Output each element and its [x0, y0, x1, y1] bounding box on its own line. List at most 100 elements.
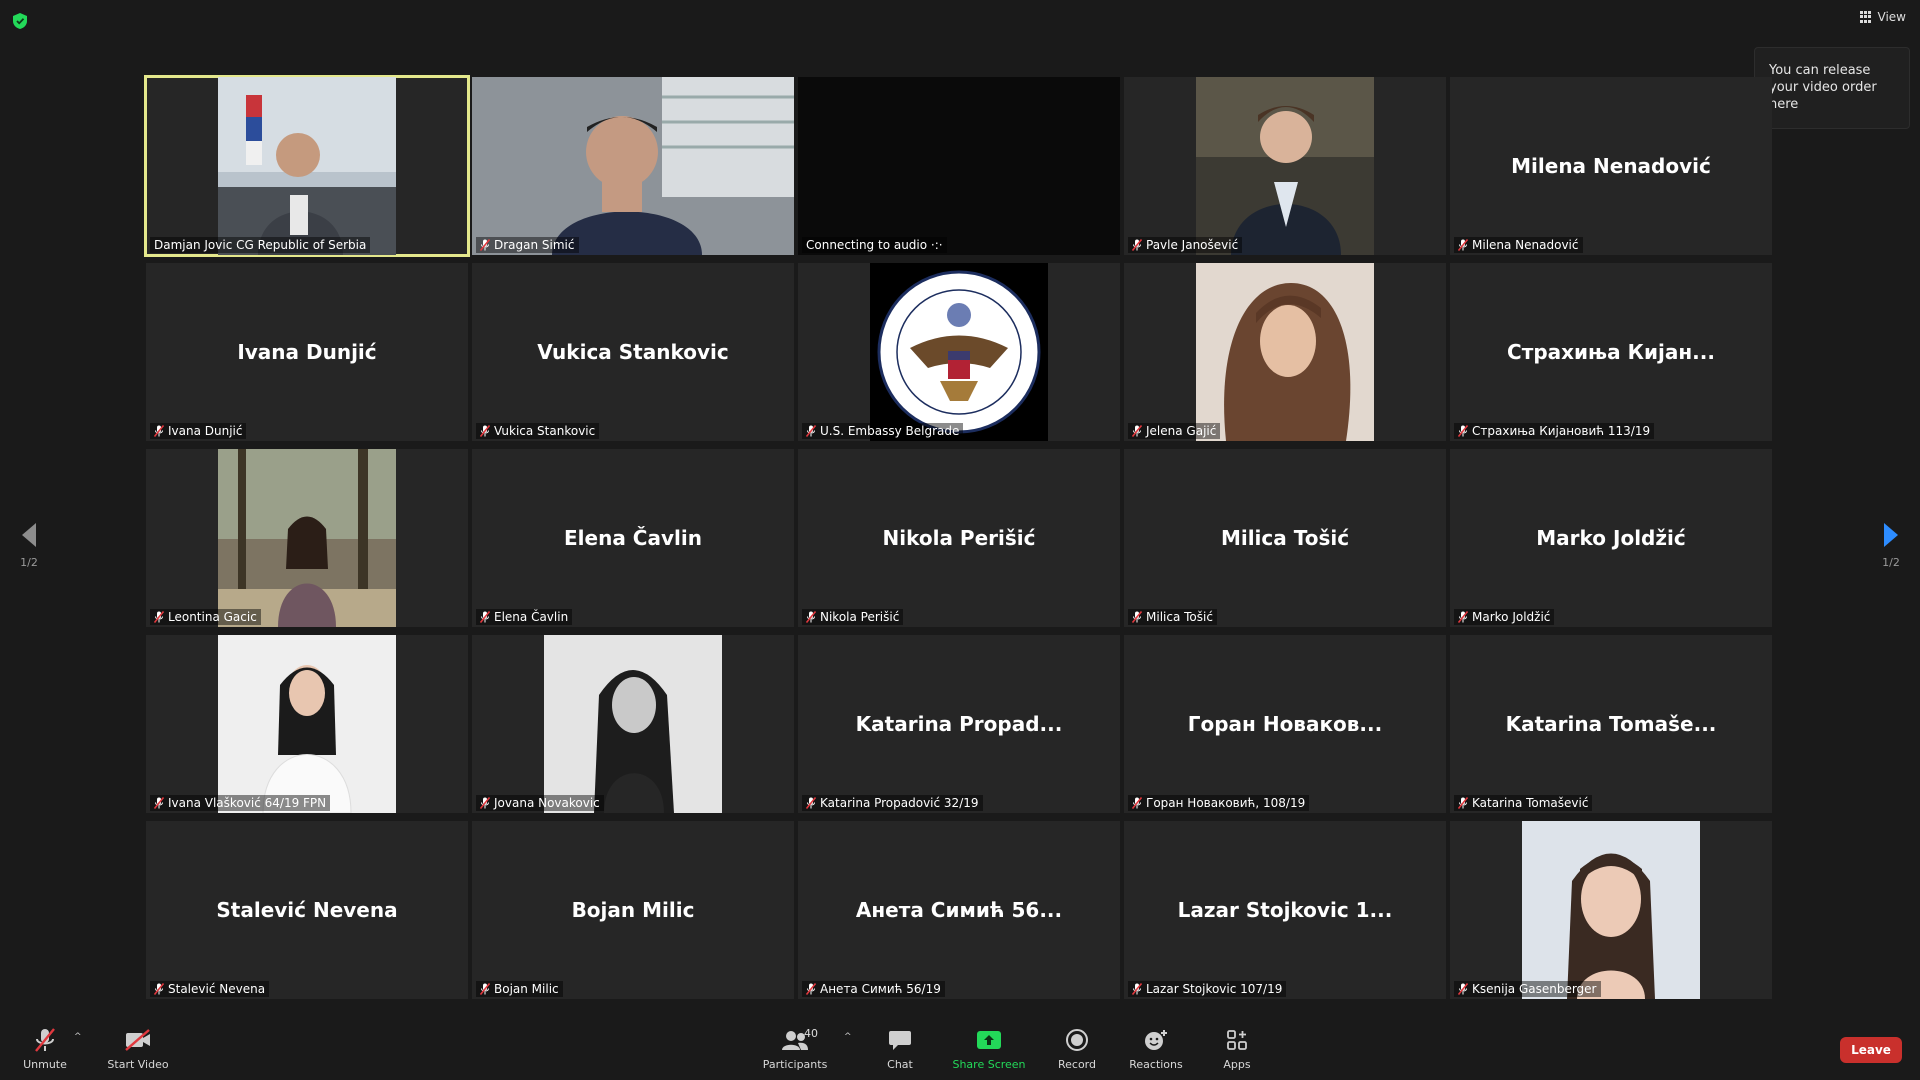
participant-name: Ksenija Gasenberger — [1472, 982, 1597, 996]
unmute-button[interactable]: Unmute — [20, 1026, 70, 1071]
participant-tile[interactable]: Ivana Dunjić Ivana Dunjić — [146, 263, 468, 441]
participant-tile[interactable]: Горан Новаков... Горан Новаковић, 108/19 — [1124, 635, 1446, 813]
audio-options-caret-icon[interactable]: ^ — [74, 1032, 82, 1042]
participant-name-label: Анета Симић 56/19 — [802, 981, 945, 997]
participant-display-name: Elena Čavlin — [564, 526, 702, 550]
muted-mic-icon — [1132, 797, 1142, 809]
participant-tile[interactable]: Katarina Propad... Katarina Propadović 32… — [798, 635, 1120, 813]
participant-tile[interactable]: Connecting to audio ·:· — [798, 77, 1120, 255]
left-arrow-icon — [22, 523, 36, 547]
participants-button[interactable]: 40 Participants — [760, 1026, 830, 1071]
grid-view-icon — [1859, 11, 1872, 23]
participant-name: Ivana Dunjić — [168, 424, 243, 438]
participant-tile[interactable]: Milena Nenadović Milena Nenadović — [1450, 77, 1772, 255]
participant-name-label: Milena Nenadović — [1454, 237, 1583, 253]
participant-name: Ivana Vlašković 64/19 FPN — [168, 796, 327, 810]
participant-name: Damjan Jovic CG Republic of Serbia — [154, 238, 367, 252]
participant-name-label: Горан Новаковић, 108/19 — [1128, 795, 1310, 811]
participant-tile[interactable]: U.S. Embassy Belgrade — [798, 263, 1120, 441]
participant-tile[interactable]: Nikola Perišić Nikola Perišić — [798, 449, 1120, 627]
participant-name: Анета Симић 56/19 — [820, 982, 941, 996]
previous-page-button[interactable]: 1/2 — [14, 522, 44, 569]
participant-name: Katarina Propadović 32/19 — [820, 796, 979, 810]
reactions-button[interactable]: Reactions — [1126, 1026, 1186, 1071]
participant-tile[interactable]: Ivana Vlašković 64/19 FPN — [146, 635, 468, 813]
next-page-button[interactable]: 1/2 — [1876, 522, 1906, 569]
participant-tile[interactable]: Pavle Janošević — [1124, 77, 1446, 255]
chat-button[interactable]: Chat — [878, 1026, 922, 1071]
participant-name: Stalević Nevena — [168, 982, 266, 996]
participant-name-label: Katarina Propadović 32/19 — [802, 795, 983, 811]
participants-label: Participants — [762, 1058, 828, 1071]
participant-name: Jelena Gajić — [1146, 424, 1217, 438]
participant-video-image — [798, 77, 1120, 255]
participant-tile[interactable]: Elena Čavlin Elena Čavlin — [472, 449, 794, 627]
muted-mic-icon — [806, 797, 816, 809]
meeting-toolbar: Unmute ^ Start Video 40 Participants ^ C… — [0, 1016, 1920, 1080]
participant-tile[interactable]: Milica Tošić Milica Tošić — [1124, 449, 1446, 627]
participant-name-label: Bojan Milic — [476, 981, 563, 997]
participant-name-label: Stalević Nevena — [150, 981, 270, 997]
participant-tile[interactable]: Vukica Stankovic Vukica Stankovic — [472, 263, 794, 441]
muted-mic-icon — [480, 797, 490, 809]
participant-tile[interactable]: Marko Joldžić Marko Joldžić — [1450, 449, 1772, 627]
participant-display-name: Nikola Perišić — [882, 526, 1036, 550]
participant-video-image — [472, 77, 794, 255]
participant-tile[interactable]: Katarina Tomaše... Katarina Tomašević — [1450, 635, 1772, 813]
muted-mic-icon — [1458, 983, 1468, 995]
muted-mic-icon — [1458, 239, 1468, 251]
view-button[interactable]: View — [1859, 10, 1906, 24]
participant-name-label: Vukica Stankovic — [476, 423, 600, 439]
muted-mic-icon — [1132, 983, 1142, 995]
participant-tile[interactable]: Ksenija Gasenberger — [1450, 821, 1772, 999]
participant-display-name: Milena Nenadović — [1511, 154, 1711, 178]
participant-tile[interactable]: Анета Симић 56... Анета Симић 56/19 — [798, 821, 1120, 999]
participant-name-label: Damjan Jovic CG Republic of Serbia — [150, 237, 371, 253]
participant-video-image — [870, 263, 1048, 441]
participant-name: Jovana Novakovic — [494, 796, 600, 810]
security-shield-icon[interactable] — [12, 12, 28, 30]
participant-name-label: Nikola Perišić — [802, 609, 904, 625]
muted-mic-icon — [806, 983, 816, 995]
participant-display-name: Marko Joldžić — [1536, 526, 1686, 550]
leave-button[interactable]: Leave — [1840, 1037, 1902, 1063]
muted-mic-icon — [154, 983, 164, 995]
participant-display-name: Stalević Nevena — [216, 898, 398, 922]
muted-mic-icon — [806, 611, 816, 623]
participant-tile[interactable]: Damjan Jovic CG Republic of Serbia — [144, 75, 470, 257]
participant-display-name: Katarina Propad... — [855, 712, 1063, 736]
participant-video-image — [1522, 821, 1700, 999]
participant-name-label: Ivana Vlašković 64/19 FPN — [150, 795, 331, 811]
prev-page-indicator: 1/2 — [20, 556, 38, 569]
gallery-grid: Damjan Jovic CG Republic of Serbia Dragan… — [144, 75, 1774, 1004]
participant-name: Katarina Tomašević — [1472, 796, 1589, 810]
participant-name-label: Connecting to audio ·:· — [802, 237, 947, 253]
participant-display-name: Katarina Tomaše... — [1505, 712, 1717, 736]
reactions-label: Reactions — [1129, 1058, 1183, 1071]
muted-mic-icon — [154, 611, 164, 623]
participant-tile[interactable]: Bojan Milic Bojan Milic — [472, 821, 794, 999]
reactions-icon — [1145, 1030, 1167, 1050]
participants-count: 40 — [804, 1027, 818, 1040]
participants-options-caret-icon[interactable]: ^ — [844, 1032, 852, 1042]
participant-tile[interactable]: Jelena Gajić — [1124, 263, 1446, 441]
record-label: Record — [1057, 1058, 1096, 1071]
participant-tile[interactable]: Lazar Stojkovic 1... Lazar Stojkovic 107/… — [1124, 821, 1446, 999]
participant-name-label: Ivana Dunjić — [150, 423, 247, 439]
participant-tile[interactable]: Dragan Simić — [472, 77, 794, 255]
participant-tile[interactable]: Stalević Nevena Stalević Nevena — [146, 821, 468, 999]
participant-tile[interactable]: Jovana Novakovic — [472, 635, 794, 813]
muted-mic-icon — [1132, 611, 1142, 623]
participant-name: Dragan Simić — [494, 238, 575, 252]
apps-button[interactable]: Apps — [1212, 1026, 1262, 1071]
start-video-button[interactable]: Start Video — [106, 1026, 170, 1071]
participant-name: Страхиња Кијановић 113/19 — [1472, 424, 1651, 438]
share-screen-button[interactable]: Share Screen — [950, 1026, 1028, 1071]
participant-tile[interactable]: Leontina Gacic — [146, 449, 468, 627]
record-button[interactable]: Record — [1052, 1026, 1102, 1071]
participant-tile[interactable]: Страхиња Кијан... Страхиња Кијановић 113/… — [1450, 263, 1772, 441]
participant-display-name: Bojan Milic — [571, 898, 695, 922]
start-video-label: Start Video — [107, 1058, 169, 1071]
record-icon — [1066, 1029, 1088, 1051]
share-screen-label: Share Screen — [952, 1058, 1026, 1071]
